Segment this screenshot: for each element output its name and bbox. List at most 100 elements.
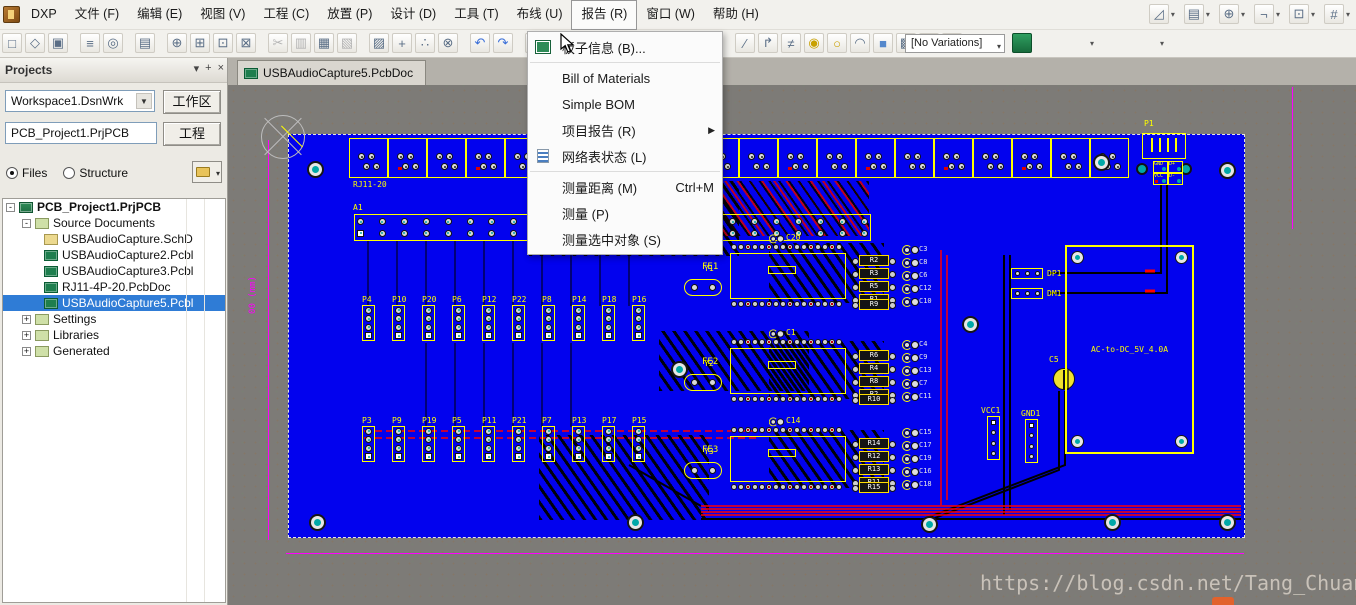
pin-header[interactable]: P8	[542, 295, 572, 341]
capacitor[interactable]: C17	[902, 438, 932, 451]
resistor[interactable]: R5	[859, 281, 889, 292]
paste-button[interactable]: ▦	[314, 33, 334, 53]
capacitor[interactable]: C12	[902, 281, 932, 294]
resistor[interactable]: R4	[859, 363, 889, 374]
resistor[interactable]: R15	[859, 482, 889, 493]
dp1-header[interactable]	[1011, 268, 1043, 279]
reposition-button[interactable]: ∴	[415, 33, 435, 53]
expand-toggle-icon[interactable]: +	[22, 331, 31, 340]
open-project-button[interactable]: ▾	[192, 161, 222, 183]
redo-button[interactable]: ↷	[493, 33, 513, 53]
expand-toggle-icon[interactable]: +	[22, 315, 31, 324]
capacitor[interactable]: C19	[902, 451, 932, 464]
workspace-select[interactable]: Workspace1.DsnWrk▼	[5, 90, 155, 112]
variations-icon[interactable]	[1012, 33, 1032, 53]
ac-dc-module[interactable]: AC-to-DC_5V_4.0A	[1065, 245, 1194, 454]
menu-item[interactable]: DXP	[22, 0, 66, 30]
pin-header[interactable]: P14	[572, 295, 602, 341]
workspace-panels-button[interactable]: ▤	[135, 33, 155, 53]
tree-row[interactable]: USBAudioCapture.SchD	[3, 231, 225, 247]
pin-header[interactable]: P15	[632, 416, 662, 462]
print-button[interactable]: ≡	[80, 33, 100, 53]
resistor[interactable]: R14	[859, 438, 889, 449]
dropdown-caret[interactable]: ▾	[1206, 10, 1210, 19]
pin-header[interactable]: P5	[452, 416, 482, 462]
undo-button[interactable]: ↶	[470, 33, 490, 53]
fit-document-button[interactable]: ⊕	[167, 33, 187, 53]
place-line-button[interactable]: ∕	[735, 33, 755, 53]
dm1-header[interactable]	[1011, 288, 1043, 299]
capacitor[interactable]: C4	[902, 337, 932, 350]
resistor[interactable]: R8	[859, 376, 889, 387]
save-document-button[interactable]: ▣	[48, 33, 68, 53]
grid-settings-button[interactable]: #▾	[1324, 4, 1350, 24]
place-differential-pair-button[interactable]: ≠	[781, 33, 801, 53]
place-fill-button[interactable]: ■	[873, 33, 893, 53]
tree-row[interactable]: - PCB_Project1.PrjPCB	[3, 199, 225, 215]
dropdown-caret[interactable]: ▾	[1160, 39, 1164, 48]
capacitor[interactable]: C9	[902, 350, 932, 363]
capacitor[interactable]: C3	[902, 242, 932, 255]
expand-toggle-icon[interactable]: -	[22, 219, 31, 228]
capacitor[interactable]: C16	[902, 464, 932, 477]
resistor[interactable]: R2	[859, 255, 889, 266]
resistor[interactable]: R9	[859, 299, 889, 310]
expand-toggle-icon[interactable]: +	[22, 347, 31, 356]
menu-item-measure-selected[interactable]: 测量选中对象 (S)	[528, 226, 722, 252]
ic-outline[interactable]	[730, 436, 846, 482]
gnd1-header[interactable]	[1025, 419, 1038, 463]
interactive-routing-button[interactable]: ¬▾	[1254, 4, 1280, 24]
capacitor[interactable]: C7	[902, 376, 932, 389]
panel-pin-icon[interactable]: +	[205, 62, 211, 75]
variations-select[interactable]: [No Variations]	[905, 34, 1005, 53]
pin-header[interactable]: P4	[362, 295, 392, 341]
tree-row[interactable]: RJ11-4P-20.PcbDoc	[3, 279, 225, 295]
ic-outline[interactable]	[730, 253, 846, 299]
fe3-cluster[interactable]: C14 FE3 Y3 R14R12R13R11 R15 C15C17C19C16…	[684, 427, 984, 497]
pin-header[interactable]: P7	[542, 416, 572, 462]
panel-menu-caret-icon[interactable]: ▾	[194, 62, 200, 75]
find-similar-button[interactable]: ⊕▾	[1219, 4, 1245, 24]
document-options-button[interactable]: ▤▾	[1184, 4, 1210, 24]
menu-item-netlist-status[interactable]: 网络表状态 (L)	[528, 143, 722, 169]
menu-item-measure[interactable]: 测量 (P)	[528, 200, 722, 226]
pin-header[interactable]: P6	[452, 295, 482, 341]
paste-recall-button[interactable]: ▧	[337, 33, 357, 53]
dropdown-caret[interactable]: ▾	[1241, 10, 1245, 19]
chevron-down-icon[interactable]: ▾	[216, 169, 220, 178]
filtered-objects-button[interactable]: ⊠	[236, 33, 256, 53]
rj11-connector-strip[interactable]	[349, 138, 1129, 178]
open-document-button[interactable]: ◇	[25, 33, 45, 53]
tree-row[interactable]: + Generated	[3, 343, 225, 359]
resistor[interactable]: R12	[859, 451, 889, 462]
ic-outline[interactable]	[730, 348, 846, 394]
menu-item[interactable]: 放置 (P)	[318, 0, 381, 30]
capacitor[interactable]: C10	[902, 294, 932, 307]
pin-header[interactable]: P17	[602, 416, 632, 462]
expand-toggle-icon[interactable]: -	[6, 203, 15, 212]
place-via-button[interactable]: ○	[827, 33, 847, 53]
resistor[interactable]: R10	[859, 394, 889, 405]
move-object-button[interactable]: +	[392, 33, 412, 53]
workspace-button[interactable]: 工作区	[163, 90, 221, 114]
vcc1-header[interactable]	[987, 416, 1000, 460]
tree-row[interactable]: USBAudioCapture5.Pcbl	[3, 295, 225, 311]
capacitor[interactable]: C15	[902, 425, 932, 438]
resistor[interactable]: R3	[859, 268, 889, 279]
tab-active-document[interactable]: USBAudioCapture5.PcbDoc	[237, 60, 426, 85]
menu-item[interactable]: 报告 (R)	[571, 0, 637, 30]
panel-close-icon[interactable]: ×	[218, 62, 224, 75]
files-radio[interactable]: Files	[6, 163, 47, 183]
crystal[interactable]	[684, 374, 722, 391]
capacitor[interactable]: C8	[902, 255, 932, 268]
resistor[interactable]: R13	[859, 464, 889, 475]
pin-header[interactable]: P12	[482, 295, 512, 341]
menu-item-bill-of-materials[interactable]: Bill of Materials	[528, 65, 722, 91]
capacitor[interactable]: C11	[902, 389, 932, 402]
pin-header[interactable]: P19	[422, 416, 452, 462]
chevron-down-icon[interactable]: ▼	[136, 93, 152, 109]
select-area-button[interactable]: ▨	[369, 33, 389, 53]
place-pad-button[interactable]: ◉	[804, 33, 824, 53]
tree-row[interactable]: + Libraries	[3, 327, 225, 343]
pin-header[interactable]: P13	[572, 416, 602, 462]
